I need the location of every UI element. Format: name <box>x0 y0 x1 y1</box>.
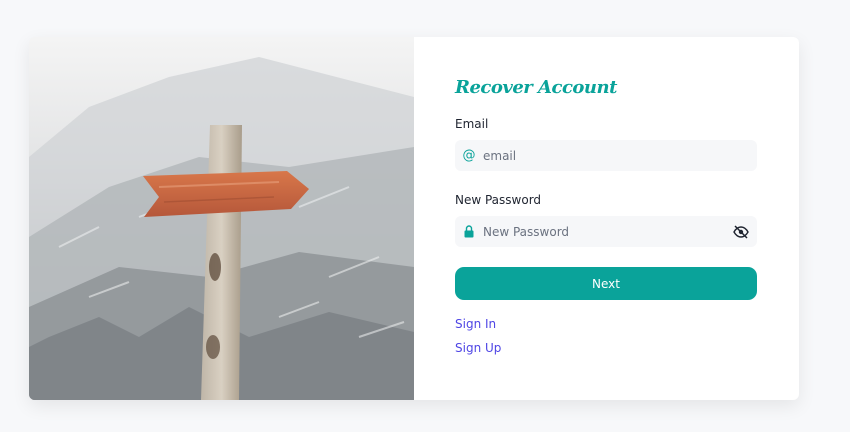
sign-up-link[interactable]: Sign Up <box>455 341 501 355</box>
email-input[interactable] <box>483 148 713 163</box>
at-icon: @ <box>462 148 476 163</box>
email-label: Email <box>455 117 489 131</box>
sign-in-link[interactable]: Sign In <box>455 317 496 331</box>
password-field[interactable] <box>455 216 757 247</box>
signpost-photo <box>29 37 414 400</box>
lock-icon <box>455 225 483 238</box>
password-input[interactable] <box>483 224 713 239</box>
next-button[interactable]: Next <box>455 267 757 300</box>
signpost-illustration <box>29 37 414 400</box>
email-field[interactable]: @ <box>455 140 757 171</box>
eye-off-icon[interactable] <box>733 224 749 239</box>
recover-card: Recover Account Email @ New Password <box>29 37 799 400</box>
password-label: New Password <box>455 193 542 207</box>
page-title: Recover Account <box>455 77 617 98</box>
recover-form: Recover Account Email @ New Password <box>414 37 799 400</box>
